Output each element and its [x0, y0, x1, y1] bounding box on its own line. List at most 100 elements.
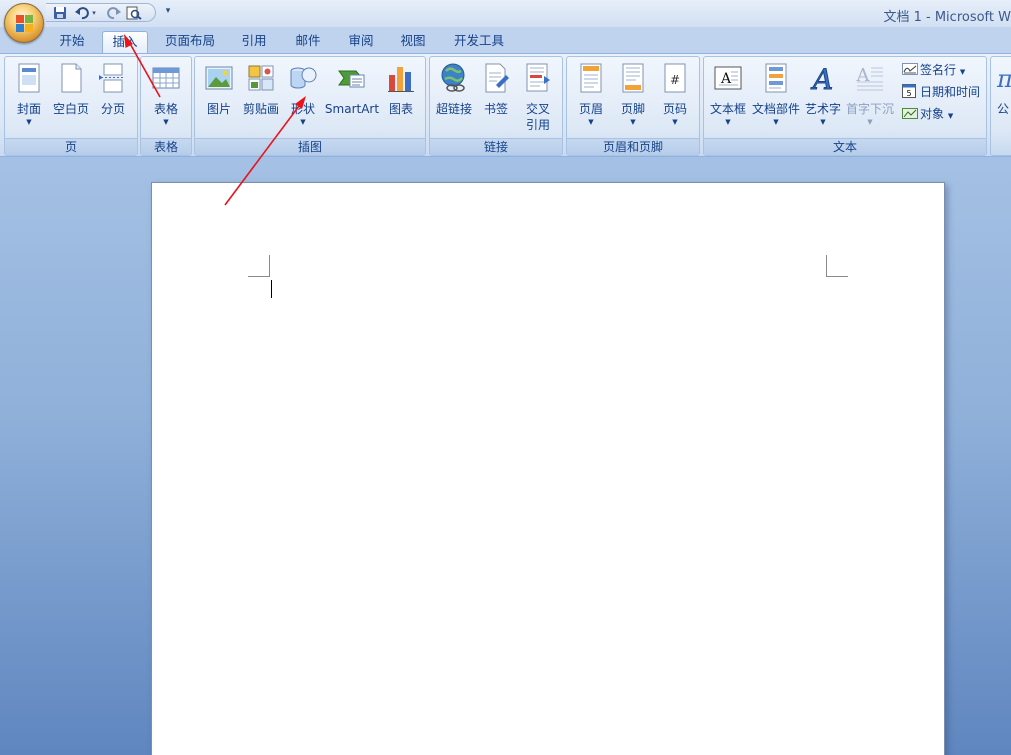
- chevron-down-icon: ▼: [163, 118, 169, 126]
- chevron-down-icon: ▼: [300, 118, 306, 126]
- quick-parts-icon: [765, 63, 787, 93]
- equation-label: 公: [997, 102, 1010, 116]
- group-symbols: π 公: [990, 56, 1011, 156]
- page-number-label: 页码: [662, 102, 687, 116]
- tab-developer[interactable]: 开发工具: [446, 31, 512, 53]
- drop-cap-icon: A: [856, 65, 883, 91]
- group-pages: 封面 ▼ 空白页 分页 页: [4, 56, 138, 156]
- cover-page-icon: [18, 63, 40, 93]
- office-logo-icon: [16, 15, 34, 33]
- svg-text:A: A: [810, 63, 833, 93]
- smartart-label: SmartArt: [324, 102, 380, 116]
- blank-page-label: 空白页: [52, 102, 89, 116]
- hyperlink-icon: [441, 63, 465, 92]
- shapes-label: 形状: [290, 102, 315, 116]
- svg-text:#: #: [670, 73, 680, 87]
- group-title-pages: 页: [5, 138, 137, 155]
- cross-reference-icon: [526, 63, 550, 92]
- chevron-down-icon: ▼: [867, 118, 873, 126]
- signature-line-icon: [902, 63, 918, 75]
- redo-icon[interactable]: [106, 6, 122, 20]
- cross-reference-button[interactable]: 交叉 引用: [520, 59, 556, 139]
- group-header-footer: 页眉 ▼ 页脚 ▼ # 页码 ▼ 页眉和页脚: [566, 56, 700, 156]
- tab-insert[interactable]: 插入: [102, 31, 148, 53]
- clip-art-button[interactable]: 剪贴画: [243, 59, 279, 139]
- page-number-button[interactable]: # 页码 ▼: [657, 59, 693, 139]
- margin-corner-top-left: [248, 255, 270, 277]
- object-icon: [902, 108, 918, 119]
- group-title-tables: 表格: [141, 138, 191, 155]
- customize-toolbar-dropdown-icon[interactable]: ▾: [160, 4, 176, 18]
- ribbon-tabs: 开始 插入 页面布局 引用 邮件 审阅 视图 开发工具: [0, 27, 1011, 53]
- object-button[interactable]: 对象 ▼: [902, 104, 953, 124]
- quick-parts-button[interactable]: 文档部件 ▼: [752, 59, 800, 139]
- text-cursor: [271, 280, 272, 298]
- date-time-button[interactable]: 5 日期和时间: [902, 82, 980, 102]
- office-button[interactable]: [4, 3, 44, 43]
- bookmark-icon: [485, 63, 509, 93]
- header-button[interactable]: 页眉 ▼: [573, 59, 609, 139]
- undo-dropdown-icon[interactable]: ▾: [90, 6, 98, 20]
- cover-page-button[interactable]: 封面 ▼: [11, 59, 47, 139]
- group-title-text: 文本: [704, 138, 986, 155]
- signature-line-label: 签名行: [920, 63, 957, 77]
- drop-cap-label: 首字下沉: [845, 102, 894, 116]
- picture-button[interactable]: 图片: [201, 59, 237, 139]
- ribbon: 封面 ▼ 空白页 分页 页 表格 ▼ 表格 图片 剪贴画 形状 ▼ SmartA…: [0, 53, 1011, 157]
- group-links: 超链接 书签 交叉 引用 链接: [429, 56, 563, 156]
- chart-button[interactable]: 图表: [383, 59, 419, 139]
- cross-reference-label: 交叉 引用: [514, 101, 562, 133]
- chevron-down-icon: ▼: [588, 118, 594, 126]
- chart-label: 图表: [388, 102, 413, 116]
- tab-page-layout[interactable]: 页面布局: [158, 31, 222, 53]
- date-time-icon: 5: [902, 84, 916, 98]
- print-preview-icon[interactable]: [126, 6, 142, 20]
- tab-review[interactable]: 审阅: [339, 31, 383, 53]
- footer-label: 页脚: [620, 102, 645, 116]
- blank-page-button[interactable]: 空白页: [53, 59, 89, 139]
- chevron-down-icon: ▼: [725, 118, 731, 126]
- title-bar: ▾ ▾ 文档 1 - Microsoft W: [0, 0, 1011, 27]
- wordart-label: 艺术字: [804, 102, 841, 116]
- picture-icon: [205, 66, 233, 90]
- group-title-links: 链接: [430, 138, 562, 155]
- wordart-button[interactable]: A 艺术字 ▼: [804, 59, 842, 139]
- chevron-down-icon: ▼: [959, 68, 966, 76]
- cross-reference-label-line2: 引用: [525, 118, 550, 132]
- equation-button[interactable]: π 公: [993, 59, 1011, 139]
- page-break-icon: [99, 63, 125, 93]
- header-label: 页眉: [578, 102, 603, 116]
- table-label: 表格: [153, 102, 178, 116]
- tab-view[interactable]: 视图: [391, 31, 435, 53]
- footer-button[interactable]: 页脚 ▼: [615, 59, 651, 139]
- smartart-icon: [338, 70, 365, 88]
- smartart-button[interactable]: SmartArt: [325, 59, 379, 139]
- svg-text:A: A: [856, 65, 871, 86]
- save-icon[interactable]: [52, 6, 68, 20]
- page-break-label: 分页: [100, 102, 125, 116]
- chevron-down-icon: ▼: [820, 118, 826, 126]
- clip-art-icon: [248, 65, 274, 91]
- clip-art-label: 剪贴画: [242, 102, 279, 116]
- object-label: 对象: [920, 107, 945, 121]
- drop-cap-button[interactable]: A 首字下沉 ▼: [846, 59, 894, 139]
- document-page[interactable]: [151, 182, 945, 755]
- page-break-button[interactable]: 分页: [95, 59, 131, 139]
- svg-text:5: 5: [906, 89, 911, 98]
- table-button[interactable]: 表格 ▼: [148, 59, 184, 139]
- bookmark-label: 书签: [483, 102, 508, 116]
- svg-text:π: π: [996, 65, 1011, 93]
- signature-line-button[interactable]: 签名行 ▼: [902, 60, 965, 80]
- undo-icon[interactable]: [74, 6, 90, 20]
- text-box-button[interactable]: A 文本框 ▼: [708, 59, 748, 139]
- group-title-header-footer: 页眉和页脚: [567, 138, 699, 155]
- tab-mailings[interactable]: 邮件: [286, 31, 330, 53]
- header-icon: [580, 63, 602, 93]
- hyperlink-button[interactable]: 超链接: [434, 59, 474, 139]
- shapes-button[interactable]: 形状 ▼: [285, 59, 321, 139]
- wordart-icon: A: [809, 63, 833, 93]
- tab-home[interactable]: 开始: [50, 31, 94, 53]
- tab-references[interactable]: 引用: [232, 31, 276, 53]
- bookmark-button[interactable]: 书签: [478, 59, 514, 139]
- shapes-icon: [290, 67, 317, 89]
